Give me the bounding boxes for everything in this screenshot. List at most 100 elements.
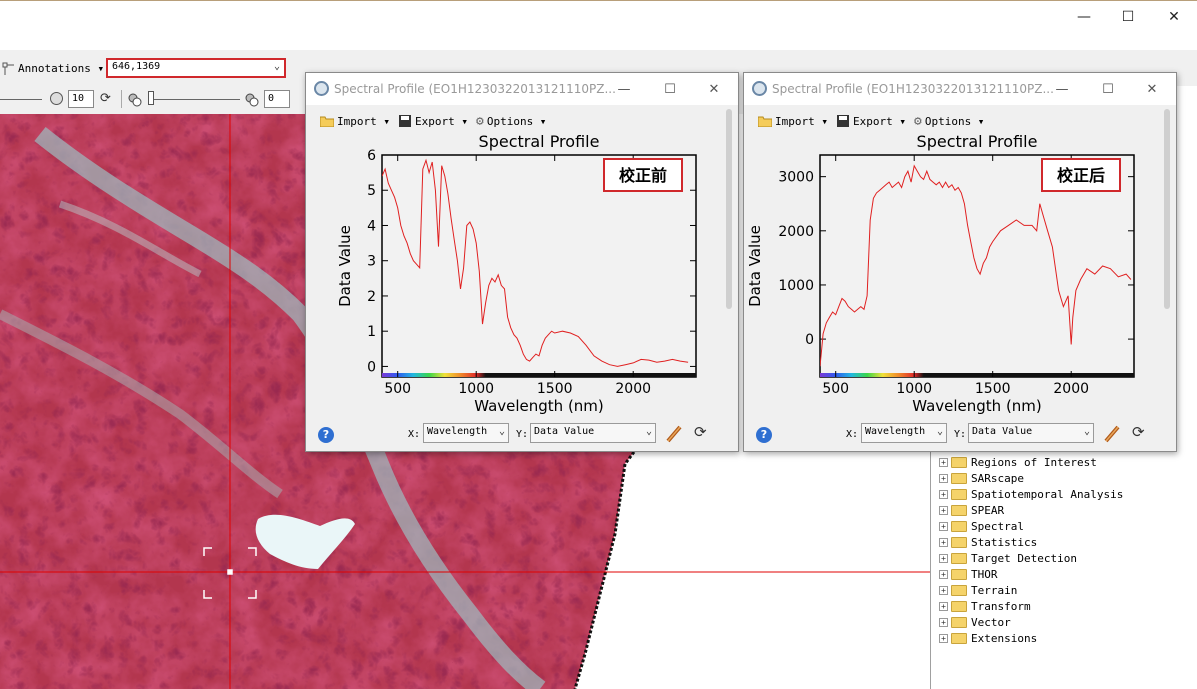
- toolbox-item[interactable]: + Terrain: [939, 582, 1017, 598]
- expand-icon[interactable]: +: [939, 585, 948, 595]
- x-axis-title: Wavelength (nm): [474, 397, 604, 415]
- stretch-input[interactable]: 0: [264, 90, 290, 108]
- annotation-label: 校正前: [619, 166, 667, 185]
- close-icon[interactable]: ✕: [704, 79, 724, 99]
- chevron-down-icon: ⌄: [645, 426, 652, 437]
- expand-icon[interactable]: +: [939, 457, 948, 467]
- reset-icon[interactable]: ⟳: [694, 423, 707, 441]
- spectral-window-titlebar[interactable]: Spectral Profile (EO1H1230322013121110PZ…: [744, 73, 1176, 105]
- envi-logo-icon: [752, 81, 767, 96]
- expand-icon[interactable]: +: [939, 505, 948, 515]
- contrast-icon: [128, 92, 142, 107]
- folder-icon: [758, 116, 772, 127]
- toolbox-item[interactable]: + Spectral: [939, 518, 1024, 534]
- spectral-window-title: Spectral Profile (EO1H1230322013121110PZ…: [772, 82, 1054, 96]
- close-button[interactable]: ✕: [1154, 5, 1194, 29]
- chart-title: Spectral Profile: [917, 132, 1038, 151]
- maximize-icon[interactable]: ☐: [660, 79, 680, 99]
- spectral-chart[interactable]: Spectral Profile 500 1000 1500 2000 0 1 2 3 4 5 6 Wa…: [306, 131, 738, 427]
- axis-controls: ? X: Wavelength ⌄ Y: Data Value ⌄ ⟳: [744, 421, 1176, 447]
- toolbox-item[interactable]: + SARscape: [939, 470, 1024, 486]
- folder-icon: [951, 472, 967, 484]
- coordinate-value: 646,1369: [112, 61, 161, 72]
- expand-icon[interactable]: +: [939, 553, 948, 563]
- coordinate-combobox[interactable]: 646,1369 ⌄: [106, 58, 286, 78]
- slider-track[interactable]: [0, 99, 42, 100]
- toolbox-item-label: SPEAR: [971, 503, 1005, 517]
- expand-icon[interactable]: +: [939, 617, 948, 627]
- toolbox-item[interactable]: + Target Detection: [939, 550, 1077, 566]
- contrast-slider[interactable]: [150, 99, 240, 100]
- import-menu[interactable]: Import ▾: [320, 111, 390, 131]
- close-icon[interactable]: ✕: [1142, 79, 1162, 99]
- spectral-chart[interactable]: Spectral Profile 500 1000 1500 2000 0 1000 2000…: [744, 131, 1176, 427]
- help-icon[interactable]: ?: [756, 427, 772, 443]
- slider-thumb[interactable]: [148, 91, 154, 105]
- maximize-icon[interactable]: ☐: [1098, 79, 1118, 99]
- expand-icon[interactable]: +: [939, 473, 948, 483]
- annotation-label: 校正后: [1057, 166, 1105, 185]
- window-scrollbar[interactable]: [726, 109, 732, 309]
- expand-icon[interactable]: +: [939, 489, 948, 499]
- expand-icon[interactable]: +: [939, 569, 948, 579]
- y-axis-value: Data Value: [534, 426, 595, 437]
- x-axis-select[interactable]: Wavelength ⌄: [423, 423, 509, 443]
- toolbox-item[interactable]: + SPEAR: [939, 502, 1004, 518]
- annotations-menu[interactable]: Annotations ▾: [18, 62, 104, 75]
- window-scrollbar[interactable]: [1164, 109, 1170, 309]
- toolbar-divider: [121, 90, 122, 108]
- folder-icon: [951, 488, 967, 500]
- x-tick-label: 500: [384, 381, 411, 397]
- export-menu[interactable]: Export ▾: [398, 111, 468, 131]
- y-axis-label: Y:: [954, 429, 967, 440]
- chevron-down-icon[interactable]: ⌄: [274, 61, 280, 72]
- toolbox-item[interactable]: + Vector: [939, 614, 1011, 630]
- options-menu[interactable]: ⚙ Options ▾: [914, 111, 984, 131]
- refresh-icon[interactable]: ⟳: [100, 91, 111, 106]
- minimize-icon[interactable]: —: [1052, 79, 1072, 99]
- envi-logo-icon: [314, 81, 329, 96]
- folder-icon: [951, 520, 967, 532]
- toolbox-item-label: SARscape: [971, 471, 1024, 485]
- expand-icon[interactable]: +: [939, 537, 948, 547]
- zoom-value: 10: [72, 93, 85, 104]
- toolbox-item[interactable]: + Transform: [939, 598, 1031, 614]
- chevron-down-icon: ⌄: [936, 426, 943, 437]
- expand-icon[interactable]: +: [939, 601, 948, 611]
- options-menu[interactable]: ⚙ Options ▾: [476, 111, 546, 131]
- toolbox-item[interactable]: + THOR: [939, 566, 998, 582]
- export-menu[interactable]: Export ▾: [836, 111, 906, 131]
- zoom-input[interactable]: 10: [68, 90, 94, 108]
- y-tick-label: 1: [367, 324, 376, 340]
- help-icon[interactable]: ?: [318, 427, 334, 443]
- import-menu[interactable]: Import ▾: [758, 111, 828, 131]
- y-axis-value: Data Value: [972, 426, 1033, 437]
- x-tick-label: 1500: [537, 381, 573, 397]
- minimize-button[interactable]: —: [1064, 5, 1104, 29]
- x-axis-value: Wavelength: [865, 426, 926, 437]
- plot-key-icon[interactable]: [1104, 425, 1120, 443]
- brightness-icon: [50, 92, 63, 105]
- expand-icon[interactable]: +: [939, 521, 948, 531]
- maximize-button[interactable]: ☐: [1108, 5, 1148, 29]
- plot-key-icon[interactable]: [666, 425, 682, 443]
- save-icon: [837, 115, 849, 127]
- toolbox-item[interactable]: + Statistics: [939, 534, 1037, 550]
- spectrum-bar: [820, 373, 1134, 377]
- import-label: Import: [775, 114, 815, 128]
- x-axis-select[interactable]: Wavelength ⌄: [861, 423, 947, 443]
- y-axis-select[interactable]: Data Value ⌄: [530, 423, 656, 443]
- toolbox-item[interactable]: + Spatiotemporal Analysis: [939, 486, 1123, 502]
- folder-icon: [951, 504, 967, 516]
- toolbox-item[interactable]: + Regions of Interest: [939, 454, 1097, 470]
- toolbox-item-label: Extensions: [971, 631, 1038, 645]
- toolbox-item-label: Statistics: [971, 535, 1038, 549]
- expand-icon[interactable]: +: [939, 633, 948, 643]
- chart-title: Spectral Profile: [479, 132, 600, 151]
- minimize-icon[interactable]: —: [614, 79, 634, 99]
- folder-icon: [951, 616, 967, 628]
- toolbox-item[interactable]: + Extensions: [939, 630, 1037, 646]
- y-axis-select[interactable]: Data Value ⌄: [968, 423, 1094, 443]
- spectral-window-titlebar[interactable]: Spectral Profile (EO1H1230322013121110PZ…: [306, 73, 738, 105]
- reset-icon[interactable]: ⟳: [1132, 423, 1145, 441]
